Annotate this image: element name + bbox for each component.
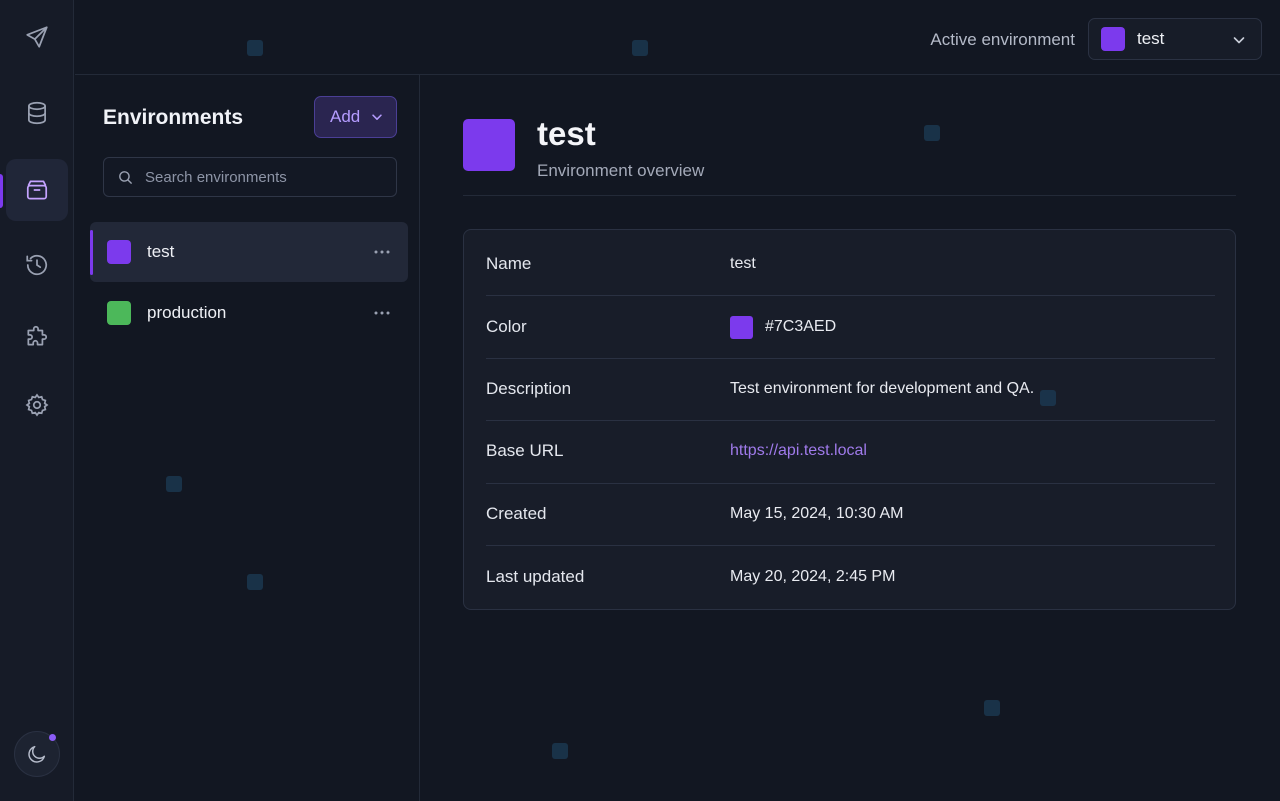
active-environment-name: test	[1137, 29, 1165, 48]
notification-dot	[49, 734, 56, 741]
detail-row-description: Description Test environment for develop…	[486, 358, 1215, 420]
environment-color-swatch	[107, 301, 131, 325]
divider	[463, 195, 1236, 196]
detail-key: Created	[486, 504, 547, 523]
detail-value: May 15, 2024, 10:30 AM	[730, 505, 904, 522]
search-icon	[119, 170, 132, 184]
detail-value: May 20, 2024, 2:45 PM	[730, 568, 896, 585]
detail-key: Description	[486, 379, 572, 398]
rail-active-indicator	[0, 174, 3, 208]
detail-row-base-url: Base URL https://api.test.local	[486, 420, 1215, 482]
history-nav-button[interactable]	[6, 234, 68, 296]
send-icon	[26, 26, 48, 48]
search-input[interactable]	[145, 168, 385, 186]
watermark-mark	[924, 125, 940, 141]
color-chip	[730, 315, 753, 339]
database-nav-button[interactable]	[6, 82, 68, 144]
page-title: test	[537, 115, 596, 152]
watermark-mark	[552, 743, 568, 759]
settings-nav-button[interactable]	[6, 374, 68, 436]
watermark-mark	[984, 700, 1000, 716]
page-subtitle: Environment overview	[537, 161, 705, 180]
detail-key: Color	[486, 317, 527, 336]
detail-key: Base URL	[486, 441, 564, 460]
active-environment-swatch	[1101, 27, 1125, 51]
detail-value: Test environment for development and QA.	[730, 380, 1035, 397]
active-environment-select[interactable]: test	[1088, 18, 1262, 60]
environment-name: production	[147, 303, 227, 322]
active-environment-label: Active environment	[930, 30, 1075, 49]
environments-panel: Environments Add test production	[75, 75, 420, 801]
watermark-mark	[1040, 390, 1056, 406]
detail-row-name: Name test	[486, 233, 1215, 295]
environment-name: test	[147, 242, 175, 261]
panel-title: Environments	[103, 106, 244, 129]
environment-color-swatch-large	[463, 119, 515, 171]
more-options-icon[interactable]	[373, 305, 391, 321]
send-nav-button[interactable]	[6, 6, 68, 68]
search-box	[103, 157, 397, 197]
environment-color-swatch	[107, 240, 131, 264]
chevron-down-icon	[372, 114, 382, 120]
watermark-mark	[247, 574, 263, 590]
plugins-nav-button[interactable]	[6, 306, 68, 368]
detail-value: #7C3AED	[730, 315, 837, 339]
details-card: Name test Color #7C3AED Description Test…	[463, 229, 1236, 610]
database-icon	[28, 101, 46, 125]
icon-rail	[0, 0, 74, 801]
detail-row-color: Color #7C3AED	[486, 296, 1215, 358]
watermark-mark	[166, 476, 182, 492]
detail-key: Name	[486, 254, 532, 273]
moon-icon	[28, 745, 46, 763]
detail-value: test	[730, 255, 756, 272]
history-icon	[26, 254, 48, 276]
puzzle-icon	[27, 325, 48, 346]
watermark-mark	[632, 40, 648, 56]
environments-nav-button[interactable]	[6, 159, 68, 221]
environments-icon	[26, 180, 48, 200]
color-hex: #7C3AED	[765, 318, 837, 335]
more-options-icon[interactable]	[373, 244, 391, 260]
add-environment-button[interactable]: Add	[314, 96, 397, 138]
chevron-down-icon	[1233, 37, 1245, 44]
detail-row-last-updated: Last updated May 20, 2024, 2:45 PM	[486, 546, 1215, 608]
theme-toggle-button[interactable]	[14, 731, 60, 777]
settings-icon	[25, 393, 49, 417]
environment-item-production[interactable]: production	[90, 283, 408, 343]
base-url-link[interactable]: https://api.test.local	[730, 442, 867, 460]
detail-key: Last updated	[486, 567, 585, 586]
detail-row-created: Created May 15, 2024, 10:30 AM	[486, 483, 1215, 545]
watermark-mark	[247, 40, 263, 56]
environment-item-test[interactable]: test	[90, 222, 408, 282]
add-button-label: Add	[330, 107, 361, 126]
environment-detail: test Environment overview Name test Colo…	[420, 75, 1280, 801]
